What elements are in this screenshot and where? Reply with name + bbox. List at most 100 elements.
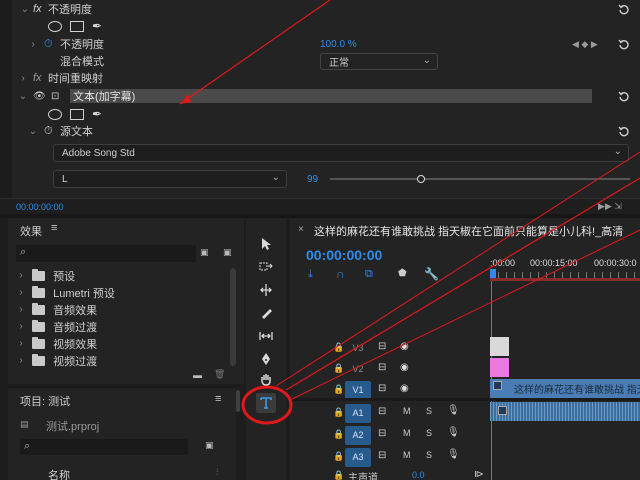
hand-tool[interactable]: [257, 370, 275, 388]
chevron-right-icon[interactable]: ›: [18, 73, 28, 84]
project-panel-title[interactable]: 项目: 测试: [20, 393, 70, 409]
microphone-icon[interactable]: 🎙: [447, 427, 460, 439]
font-size-value[interactable]: 99: [307, 174, 318, 185]
effects-item-video-effects[interactable]: › 视频效果: [16, 335, 97, 352]
mute-button[interactable]: M: [403, 428, 415, 440]
solo-button[interactable]: S: [426, 406, 438, 418]
track-select-tool[interactable]: [257, 258, 275, 276]
export-frame-icon[interactable]: ▶▶ ⇲: [598, 201, 622, 212]
snap-magnet-icon[interactable]: ∩: [336, 267, 345, 281]
solo-button[interactable]: S: [426, 450, 438, 462]
rectangle-mask-icon[interactable]: [70, 20, 84, 32]
delete-icon[interactable]: 🗑: [214, 369, 225, 380]
opacity-section-row[interactable]: ⌄ fx 不透明度: [0, 0, 640, 18]
source-text-row[interactable]: ⌄ ⏱ 源文本: [0, 122, 640, 140]
effects-scrollbar[interactable]: [230, 268, 236, 366]
track-label[interactable]: A1: [345, 403, 371, 423]
reset-icon[interactable]: [618, 125, 630, 137]
opacity-value[interactable]: 100.0 %: [320, 39, 357, 50]
chevron-right-icon[interactable]: ›: [16, 355, 26, 366]
v1-clip[interactable]: 这样的麻花还有谁敢挑战 指天: [490, 379, 640, 398]
panel-menu-icon[interactable]: ≡: [215, 393, 221, 405]
effects-item-audio-transitions[interactable]: › 音频过渡: [16, 318, 97, 335]
razor-tool[interactable]: [257, 304, 275, 322]
track-label[interactable]: V3: [345, 339, 371, 358]
sync-lock-icon[interactable]: ⊟: [378, 383, 390, 395]
lock-icon[interactable]: 🔒: [333, 384, 345, 396]
time-remap-row[interactable]: › fx 时间重映射: [0, 69, 640, 87]
bin-options-icon[interactable]: ▣: [205, 440, 214, 451]
close-icon[interactable]: ×: [298, 224, 304, 235]
solo-button[interactable]: S: [426, 428, 438, 440]
font-size-slider-knob[interactable]: [417, 175, 425, 183]
chevron-right-icon[interactable]: ›: [28, 39, 38, 50]
rectangle-mask-icon[interactable]: [70, 108, 84, 120]
chevron-right-icon[interactable]: ›: [16, 321, 26, 332]
font-style-dropdown[interactable]: L ⌄: [53, 170, 287, 188]
lock-icon[interactable]: 🔒: [333, 470, 344, 480]
pen-mask-icon[interactable]: ✒: [92, 107, 102, 121]
insert-nest-icon[interactable]: ⤓: [308, 268, 313, 281]
sync-lock-icon[interactable]: ⊟: [378, 362, 390, 374]
track-label[interactable]: V2: [345, 360, 371, 379]
ellipse-mask-icon[interactable]: [48, 108, 62, 120]
sync-lock-icon[interactable]: ⊟: [378, 341, 390, 353]
sync-lock-icon[interactable]: ⊟: [378, 428, 390, 440]
track-label[interactable]: A2: [345, 425, 371, 445]
track-label[interactable]: V1: [345, 380, 371, 400]
type-tool[interactable]: [256, 393, 276, 413]
effects-item-lumetri[interactable]: › Lumetri 预设: [16, 284, 115, 301]
effects-item-audio-effects[interactable]: › 音频效果: [16, 301, 97, 318]
lock-icon[interactable]: 🔒: [333, 363, 345, 375]
selection-tool[interactable]: [257, 235, 275, 253]
new-bin-icon[interactable]: ▬: [193, 370, 202, 380]
chevron-down-icon[interactable]: ⌄: [18, 91, 28, 102]
project-search-input[interactable]: ⌕: [20, 439, 188, 455]
effect-controls-timecode[interactable]: 00:00:00:00: [16, 202, 64, 212]
microphone-icon[interactable]: 🎙: [447, 449, 460, 461]
column-resize-icon[interactable]: ⫶: [216, 467, 218, 478]
panel-menu-icon[interactable]: ≡: [51, 222, 57, 234]
sequence-tab-title[interactable]: 这样的麻花还有谁敢挑战 指天椒在它面前只能算是小儿科!_高清: [314, 223, 623, 239]
text-effect-row[interactable]: ⌄ 👁 ⊡ 文本(加字幕): [0, 87, 640, 105]
effects-panel-title[interactable]: 效果: [20, 223, 42, 239]
ripple-edit-tool[interactable]: [257, 281, 275, 299]
new-custom-bin-icon[interactable]: ▣: [223, 247, 232, 258]
mute-button[interactable]: M: [403, 406, 415, 418]
lock-icon[interactable]: 🔒: [333, 451, 345, 463]
lock-icon[interactable]: 🔒: [333, 407, 345, 419]
chevron-right-icon[interactable]: ›: [16, 338, 26, 349]
lock-icon[interactable]: 🔒: [333, 342, 345, 354]
wrench-settings-icon[interactable]: 🔧: [424, 267, 439, 281]
font-size-slider[interactable]: [330, 175, 630, 183]
timeline-timecode[interactable]: 00:00:00:00: [306, 247, 382, 263]
master-volume-value[interactable]: 0.0: [412, 470, 425, 480]
sync-lock-icon[interactable]: ⊟: [378, 406, 390, 418]
reset-icon[interactable]: [618, 38, 630, 50]
lock-icon[interactable]: 🔒: [333, 429, 345, 441]
eye-icon[interactable]: ◉: [400, 383, 412, 395]
eye-icon[interactable]: 👁: [33, 91, 46, 102]
eye-icon[interactable]: ◉: [400, 362, 412, 374]
keyframe-nav-icon[interactable]: ◀ ◆ ▶: [572, 39, 598, 50]
column-name-header[interactable]: 名称: [48, 467, 70, 480]
v3-clip[interactable]: [490, 337, 509, 356]
blend-mode-dropdown[interactable]: 正常 ⌄: [320, 53, 438, 70]
effects-item-video-transitions[interactable]: › 视频过渡: [16, 352, 97, 369]
sync-lock-icon[interactable]: ⊟: [378, 450, 390, 462]
chevron-down-icon[interactable]: ⌄: [28, 126, 38, 137]
track-label[interactable]: A3: [345, 447, 371, 467]
go-to-end-icon[interactable]: ⧐: [474, 469, 484, 480]
stopwatch-icon[interactable]: ⏱: [44, 38, 53, 51]
ellipse-mask-icon[interactable]: [48, 20, 62, 32]
chevron-down-icon[interactable]: ⌄: [20, 4, 30, 15]
stopwatch-icon[interactable]: ⏱: [44, 125, 53, 138]
new-preset-bin-icon[interactable]: ▣: [200, 247, 209, 258]
pen-mask-icon[interactable]: ✒: [92, 19, 102, 33]
linked-selection-icon[interactable]: ⧉: [365, 268, 373, 281]
slip-tool[interactable]: [257, 327, 275, 345]
mute-button[interactable]: M: [403, 450, 415, 462]
chevron-right-icon[interactable]: ›: [16, 270, 26, 281]
marker-icon[interactable]: ⬟: [398, 268, 407, 279]
eye-icon[interactable]: ◉: [400, 341, 412, 353]
